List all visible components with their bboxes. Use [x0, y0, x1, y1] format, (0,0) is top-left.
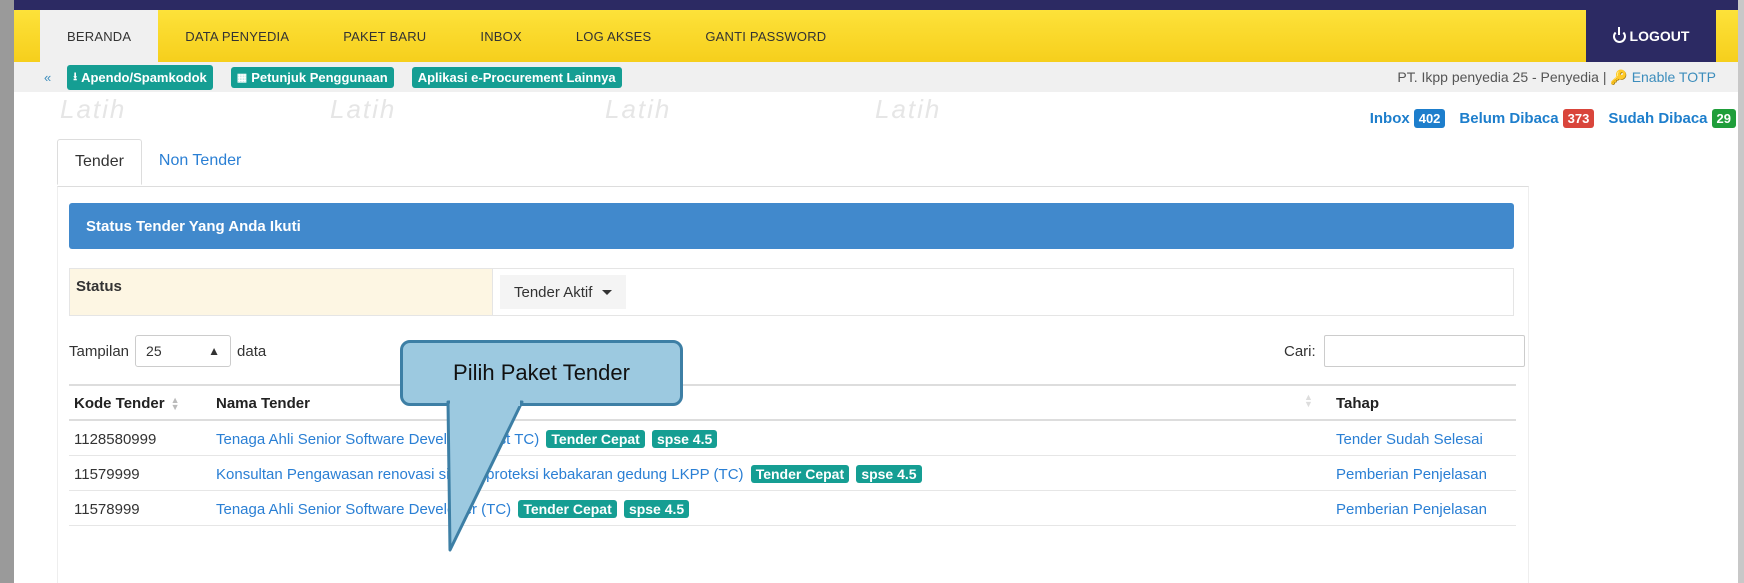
- sub-toolbar: « ⭳ Apendo/Spamkodok ▦ Petunjuk Pengguna…: [14, 62, 1738, 92]
- column-nama-tender[interactable]: Nama Tender: [211, 384, 1331, 421]
- window-frame-top: [14, 0, 1738, 10]
- key-icon: 🔑: [1610, 68, 1628, 85]
- callout-pointer: [446, 400, 524, 552]
- instruction-callout: Pilih Paket Tender: [400, 340, 683, 406]
- tahap-link[interactable]: Pemberian Penjelasan: [1336, 466, 1487, 483]
- user-name: PT. Ikpp penyedia 25 - Penyedia |: [1397, 68, 1607, 85]
- apendo-link[interactable]: ⭳ Apendo/Spamkodok: [67, 64, 213, 90]
- updown-icon: ▲︎: [208, 344, 221, 358]
- tab-non-tender[interactable]: Non Tender: [142, 139, 258, 185]
- tender-tabs: Tender Non Tender: [57, 139, 258, 185]
- read-count-badge: 29: [1711, 109, 1736, 128]
- table-row: 11578999 Tenaga Ahli Senior Software Dev…: [69, 490, 1516, 526]
- petunjuk-label: Petunjuk Penggunaan: [251, 69, 388, 85]
- eproc-link[interactable]: Aplikasi e-Procurement Lainnya: [411, 66, 622, 88]
- watermark: Latih: [875, 94, 942, 124]
- sort-icon: ▲ ▼: [1304, 392, 1313, 409]
- tahap-link[interactable]: Pemberian Penjelasan: [1336, 501, 1487, 518]
- tahap-link[interactable]: Tender Sudah Selesai: [1336, 431, 1483, 448]
- search-input[interactable]: [1323, 335, 1525, 367]
- page-length-value: 25: [146, 343, 162, 359]
- logout-button[interactable]: LOGOUT: [1586, 10, 1716, 62]
- spse-badge: spse 4.5: [856, 465, 922, 483]
- watermark: Latih: [330, 94, 397, 124]
- nav-beranda[interactable]: BERANDA: [40, 10, 159, 62]
- tender-cepat-badge: Tender Cepat: [546, 430, 645, 448]
- search-label: Cari:: [1284, 342, 1316, 360]
- tender-cepat-badge: Tender Cepat: [750, 465, 850, 483]
- read-link[interactable]: Sudah Dibaca 29: [1608, 109, 1736, 128]
- page-length-select[interactable]: 25 ▲︎: [135, 335, 232, 367]
- watermark: Latih: [60, 94, 127, 124]
- show-label: Tampilan: [69, 342, 130, 360]
- window-frame-right: [1738, 0, 1744, 583]
- enable-totp-link[interactable]: Enable TOTP: [1632, 69, 1716, 85]
- column-kode-tender[interactable]: Kode Tender ▲ ▼: [69, 384, 211, 421]
- status-label: Status: [70, 269, 493, 315]
- eproc-label: Aplikasi e-Procurement Lainnya: [417, 69, 616, 85]
- inbox-count-badge: 402: [1413, 109, 1446, 128]
- spse-badge: spse 4.5: [652, 430, 718, 448]
- kode-cell: 11579999: [69, 455, 211, 491]
- collapse-chevron-icon[interactable]: «: [44, 70, 51, 85]
- window-frame-left: [0, 0, 14, 583]
- unread-link[interactable]: Belum Dibaca 373: [1459, 109, 1595, 128]
- inbox-link[interactable]: Inbox 402: [1370, 109, 1446, 128]
- table-header-row: Kode Tender ▲ ▼ Nama Tender ▲ ▼ Tahap: [69, 384, 1516, 421]
- search-control: Cari:: [1284, 335, 1525, 367]
- tab-tender[interactable]: Tender: [57, 139, 142, 185]
- caret-down-icon: [602, 289, 613, 295]
- download-icon: ⭳: [73, 70, 78, 83]
- nama-cell: Tenaga Ahli Senior Software Developer (T…: [211, 490, 1331, 526]
- table-row: 11579999 Konsultan Pengawasan renovasi s…: [69, 455, 1516, 491]
- kode-cell: 11578999: [69, 490, 211, 526]
- status-dropdown[interactable]: Tender Aktif: [500, 275, 627, 309]
- tahap-cell: Tender Sudah Selesai: [1331, 420, 1516, 456]
- power-icon: [1612, 26, 1626, 43]
- user-info: PT. Ikpp penyedia 25 - Penyedia | 🔑 Enab…: [1397, 69, 1716, 86]
- status-value: Tender Aktif: [514, 283, 593, 301]
- top-navigation: BERANDA DATA PENYEDIA PAKET BARU INBOX L…: [14, 10, 1738, 62]
- nama-cell: Konsultan Pengawasan renovasi sistem pro…: [211, 455, 1331, 491]
- sort-icon: ▲ ▼: [170, 395, 180, 413]
- unread-count-badge: 373: [1562, 109, 1595, 128]
- table-row: 1128580999 Tenaga Ahli Senior Software D…: [69, 420, 1516, 456]
- tahap-cell: Pemberian Penjelasan: [1331, 490, 1516, 526]
- panel-title: Status Tender Yang Anda Ikuti: [69, 203, 1514, 249]
- book-icon: ▦: [236, 71, 248, 84]
- status-filter: Status Tender Aktif: [69, 268, 1514, 316]
- inbox-summary: Inbox 402 Belum Dibaca 373 Sudah Dibaca 29: [1370, 109, 1736, 128]
- logout-label: LOGOUT: [1629, 28, 1690, 44]
- page-length-control: Tampilan 25 ▲︎ data: [69, 335, 266, 367]
- nav-data-penyedia[interactable]: DATA PENYEDIA: [158, 10, 316, 62]
- apendo-label: Apendo/Spamkodok: [81, 69, 207, 85]
- petunjuk-link[interactable]: ▦ Petunjuk Penggunaan: [230, 66, 394, 88]
- nav-inbox[interactable]: INBOX: [453, 10, 548, 62]
- tender-table: Kode Tender ▲ ▼ Nama Tender ▲ ▼ Tahap 112858…: [69, 384, 1516, 526]
- data-label: data: [237, 342, 267, 360]
- tahap-cell: Pemberian Penjelasan: [1331, 455, 1516, 491]
- nama-cell: Tenaga Ahli Senior Software Developer (t…: [211, 420, 1331, 456]
- spse-badge: spse 4.5: [623, 500, 690, 518]
- kode-cell: 1128580999: [69, 420, 211, 456]
- watermark: Latih: [605, 94, 672, 124]
- nav-paket-baru[interactable]: PAKET BARU: [316, 10, 453, 62]
- column-tahap[interactable]: ▲ ▼ Tahap: [1304, 384, 1516, 421]
- nav-log-akses[interactable]: LOG AKSES: [549, 10, 679, 62]
- nav-ganti-password[interactable]: GANTI PASSWORD: [678, 10, 853, 62]
